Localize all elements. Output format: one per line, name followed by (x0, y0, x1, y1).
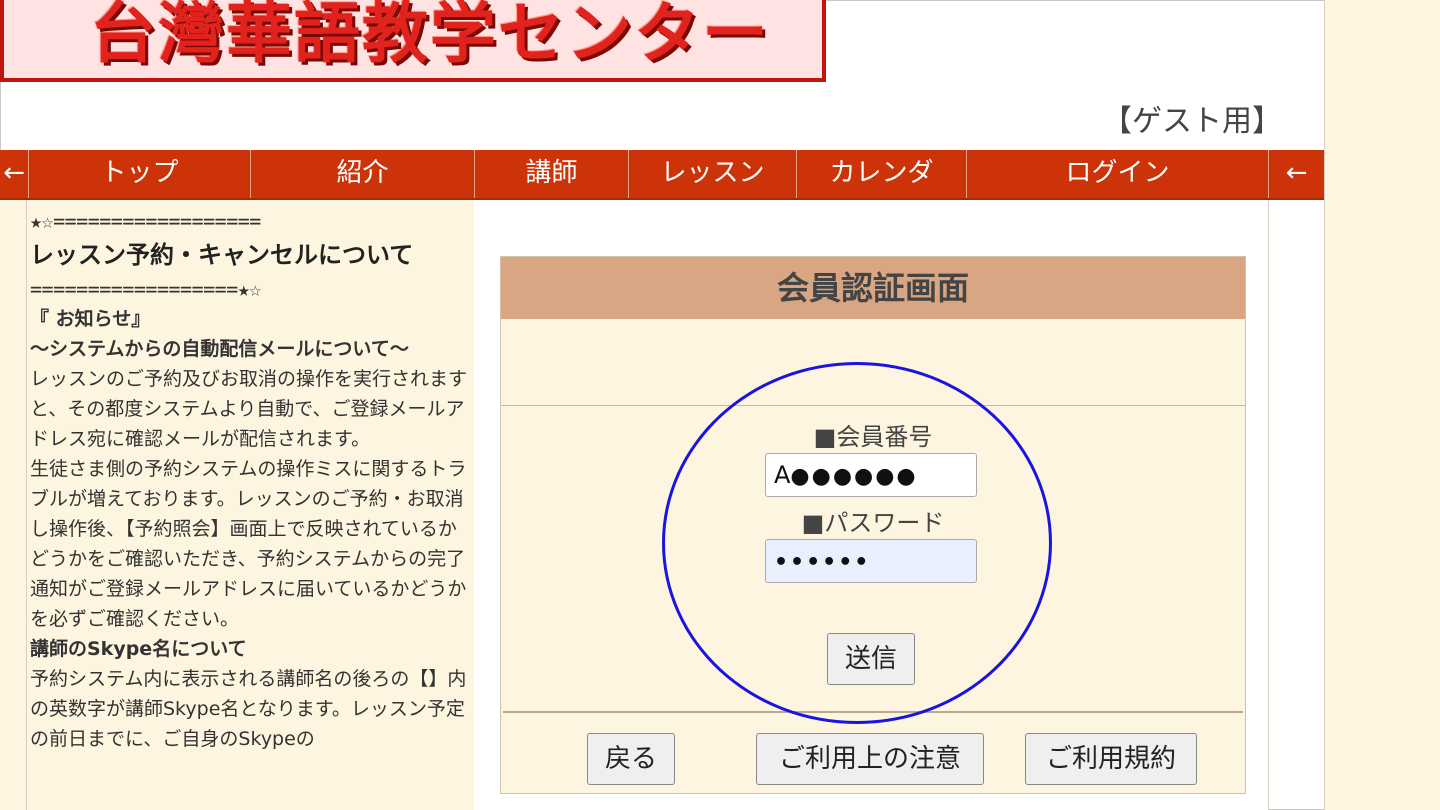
nav-item-teachers[interactable]: 講師 (474, 150, 628, 198)
news-column-rule (26, 200, 27, 810)
password-label: ■パスワード (801, 509, 945, 537)
password-mask: •••••• (774, 550, 871, 575)
mail-heading: ～システムからの自動配信メールについて～ (30, 338, 409, 360)
nav-prev-arrow[interactable]: ← (0, 150, 28, 198)
news-paragraph: 生徒さま側の予約システムの操作ミスに関するトラブルが増えております。レッスンのご… (30, 458, 467, 630)
login-panel: 会員認証画面 ■会員番号 A●●●●●● ■パスワード •••••• 送信 戻る… (500, 256, 1246, 794)
submit-button[interactable]: 送信 (827, 633, 915, 685)
divider-bottom: ==================★☆ (30, 277, 261, 301)
skype-heading: 講師のSkype名について (30, 638, 247, 660)
nav-item-lessons[interactable]: レッスン (628, 150, 796, 198)
usage-notes-button[interactable]: ご利用上の注意 (756, 733, 984, 785)
member-number-prefix: A (774, 461, 791, 489)
nav-item-top[interactable]: トップ (28, 150, 250, 198)
content-right-rule (1268, 200, 1269, 810)
login-title: 会員認証画面 (501, 257, 1245, 319)
terms-button[interactable]: ご利用規約 (1025, 733, 1197, 785)
logo-text: 台灣華語教学センター (90, 0, 770, 72)
news-headline: レッスン予約・キャンセルについて (30, 241, 414, 269)
right-side-panel (1324, 0, 1440, 810)
member-number-label: ■会員番号 (813, 423, 933, 451)
back-button[interactable]: 戻る (587, 733, 675, 785)
divider (503, 711, 1243, 713)
news-paragraph: 予約システム内に表示される講師名の後ろの【】内の英数字が講師Skype名となりま… (30, 668, 467, 750)
nav-item-login[interactable]: ログイン (966, 150, 1268, 198)
notice-heading: 『 お知らせ』 (30, 308, 151, 330)
site-logo[interactable]: 台灣華語教学センター (0, 0, 826, 82)
news-paragraph: レッスンのご予約及びお取消の操作を実行されますと、その都度システムより自動で、ご… (30, 368, 468, 450)
main-nav: ← トップ 紹介 講師 レッスン カレンダ ログイン ← (0, 150, 1324, 200)
news-content: ★☆================== レッスン予約・キャンセルについて ==… (30, 206, 470, 754)
divider-top: ★☆================== (30, 209, 261, 233)
news-column: ★☆================== レッスン予約・キャンセルについて ==… (0, 200, 475, 810)
member-number-input[interactable]: A●●●●●● (765, 453, 977, 497)
nav-item-calendar[interactable]: カレンダ (796, 150, 966, 198)
divider (501, 405, 1245, 406)
nav-next-arrow[interactable]: ← (1268, 150, 1324, 198)
password-input[interactable]: •••••• (765, 539, 977, 583)
member-number-mask: ●●●●●● (790, 464, 918, 489)
guest-label: 【ゲスト用】 (1102, 104, 1282, 139)
nav-item-intro[interactable]: 紹介 (250, 150, 474, 198)
